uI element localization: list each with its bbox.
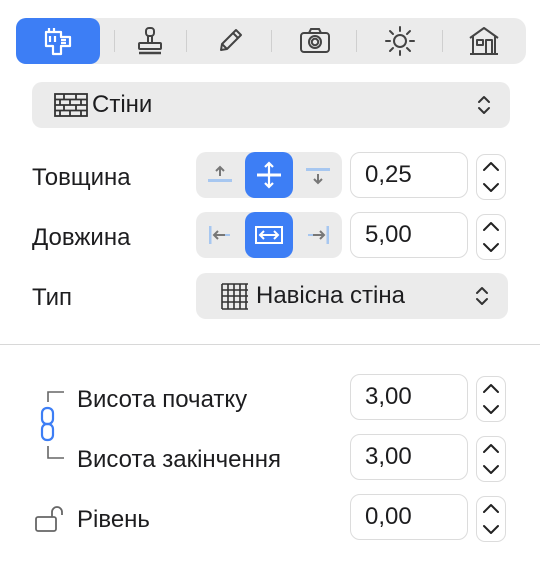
section-divider xyxy=(0,344,540,345)
wall-type-popup[interactable]: Навісна стіна xyxy=(196,273,508,319)
thickness-field[interactable]: 0,25 xyxy=(350,152,468,198)
sun-icon xyxy=(385,26,415,56)
stamp-icon xyxy=(138,27,162,55)
height-start-field[interactable]: 3,00 xyxy=(350,374,468,420)
align-bottom-button[interactable] xyxy=(294,152,342,198)
tool-stamp[interactable] xyxy=(108,18,192,64)
length-label: Довжина xyxy=(32,224,131,251)
house-icon xyxy=(469,27,499,55)
wall-tool-icon xyxy=(44,28,72,56)
align-top-icon xyxy=(208,165,232,182)
camera-icon xyxy=(300,28,330,53)
stepper-arrows-icon xyxy=(483,222,499,252)
length-alignment-control xyxy=(196,212,342,258)
height-end-label: Висота закінчення xyxy=(77,446,282,473)
align-right-icon xyxy=(308,226,329,244)
pencil-icon xyxy=(220,29,242,51)
tool-building[interactable] xyxy=(442,18,526,64)
chevron-up-down-icon xyxy=(476,287,488,305)
length-field[interactable]: 5,00 xyxy=(350,212,468,258)
tool-edit[interactable] xyxy=(188,18,272,64)
thickness-label: Товщина xyxy=(32,164,131,191)
stepper-arrows-icon xyxy=(483,162,499,192)
tool-walls[interactable] xyxy=(16,18,100,64)
align-left-icon xyxy=(209,226,230,244)
align-center-button[interactable] xyxy=(245,152,293,198)
align-center-icon xyxy=(257,161,281,189)
align-right-button[interactable] xyxy=(294,212,342,258)
align-both-icon xyxy=(255,226,283,244)
stepper-arrows-icon xyxy=(483,384,499,414)
level-field[interactable]: 0,00 xyxy=(350,494,468,540)
align-bottom-icon xyxy=(306,168,330,185)
brick-wall-icon xyxy=(54,93,88,117)
align-left-button[interactable] xyxy=(196,212,244,258)
stepper-arrows-icon xyxy=(483,504,499,534)
level-label: Рівень xyxy=(77,506,150,533)
length-stepper[interactable] xyxy=(476,214,506,260)
height-end-stepper[interactable] xyxy=(476,436,506,482)
thickness-stepper[interactable] xyxy=(476,154,506,200)
unlock-icon[interactable] xyxy=(34,505,68,533)
height-start-label: Висота початку xyxy=(77,386,248,413)
link-height-toggle[interactable] xyxy=(34,386,74,466)
curtain-wall-icon xyxy=(221,283,248,310)
chevron-up-down-icon xyxy=(478,96,490,114)
chain-link-icon xyxy=(40,406,55,442)
type-label: Тип xyxy=(32,284,73,311)
tool-camera[interactable] xyxy=(273,18,357,64)
tool-toolbar xyxy=(16,18,526,64)
tool-light[interactable] xyxy=(358,18,442,64)
align-top-button[interactable] xyxy=(196,152,244,198)
level-stepper[interactable] xyxy=(476,496,506,542)
height-start-stepper[interactable] xyxy=(476,376,506,422)
element-type-popup[interactable]: Стіни xyxy=(32,82,510,128)
align-both-button[interactable] xyxy=(245,212,293,258)
element-type-label: Стіни xyxy=(92,91,153,118)
height-end-field[interactable]: 3,00 xyxy=(350,434,468,480)
wall-type-label: Навісна стіна xyxy=(256,282,405,309)
thickness-alignment-control xyxy=(196,152,342,198)
stepper-arrows-icon xyxy=(483,444,499,474)
